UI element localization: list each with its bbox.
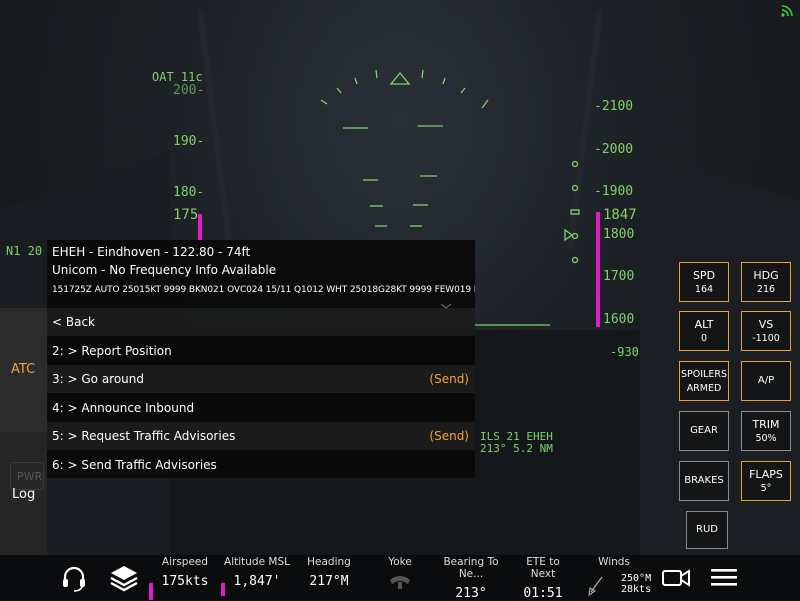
stat-label: Winds xyxy=(598,556,630,568)
signal-icon xyxy=(781,5,793,17)
alt-tick: -2100 xyxy=(594,99,634,114)
stat-value: 175kts xyxy=(161,574,209,589)
autopilot-button[interactable]: A/P xyxy=(741,361,791,401)
flaps-value: 5° xyxy=(760,483,772,494)
atc-item-go-around[interactable]: 3: > Go around (Send) xyxy=(47,365,475,393)
trim-value: 50% xyxy=(755,433,777,444)
camera-icon[interactable] xyxy=(661,567,691,589)
spoilers-state: ARMED xyxy=(686,383,722,394)
stat-label: Yoke xyxy=(388,556,412,568)
airspeed-trend-bar xyxy=(149,583,153,600)
alt-tick: 1600 xyxy=(603,312,635,327)
alt-tick: 1700 xyxy=(603,269,635,284)
atc-item-label: 3: > Go around xyxy=(52,372,145,386)
stat-altitude: Altitude MSL 1,847' xyxy=(224,556,290,589)
alt-tick: -1900 xyxy=(594,184,634,199)
stat-label: Bearing To Ne... xyxy=(443,556,499,580)
oat-readout: OAT 11c xyxy=(152,70,203,84)
tab-log[interactable]: PWR Log xyxy=(0,432,47,556)
tab-atc[interactable]: ATC xyxy=(0,308,47,432)
hdg-label: HDG xyxy=(753,269,779,282)
brakes-label: BRAKES xyxy=(684,475,724,486)
speed-tick: 190- xyxy=(173,134,205,149)
stat-label: ETE to Next xyxy=(526,556,560,580)
wind-arrow-icon xyxy=(588,576,603,596)
alt-value: 0 xyxy=(700,333,708,344)
flaps-label: FLAPS xyxy=(749,468,783,481)
stat-bearing: Bearing To Ne... 213° xyxy=(432,556,510,601)
stat-winds: Winds xyxy=(590,556,638,568)
flaps-button[interactable]: FLAPS 5° xyxy=(741,461,791,501)
tab-log-label: Log xyxy=(12,487,36,502)
stat-ete: ETE to Next 01:51 xyxy=(514,556,572,601)
winds-direction: 250°M xyxy=(621,573,652,584)
atc-item-label: 5: > Request Traffic Advisories xyxy=(52,429,236,443)
alt-tick: -2000 xyxy=(594,142,634,157)
tab-atc-label: ATC xyxy=(11,362,36,377)
alt-tick: 1800 xyxy=(603,227,635,242)
menu-icon[interactable] xyxy=(710,566,738,588)
alt-button[interactable]: ALT 0 xyxy=(679,311,729,351)
atc-item-label: 2: > Report Position xyxy=(52,344,172,358)
rudder-label: RUD xyxy=(696,524,718,535)
vs-readout: -930 xyxy=(610,345,639,359)
atc-item-request-traffic-advisories[interactable]: 5: > Request Traffic Advisories (Send) xyxy=(47,422,475,450)
stat-label: Altitude MSL xyxy=(224,556,290,568)
gear-label: GEAR xyxy=(690,425,718,436)
trim-button[interactable]: TRIM 50% xyxy=(741,411,791,451)
atc-item-send-traffic-advisories[interactable]: 6: > Send Traffic Advisories xyxy=(47,451,475,479)
gear-button[interactable]: GEAR xyxy=(679,411,729,451)
alt-trend-bar xyxy=(596,212,600,327)
stat-yoke[interactable]: Yoke xyxy=(380,556,420,568)
stat-label: Airspeed xyxy=(161,556,209,568)
atc-panel: EHEH - Eindhoven - 122.80 - 74ft Unicom … xyxy=(47,240,475,478)
atc-item-send[interactable]: (Send) xyxy=(429,365,469,393)
trim-label: TRIM xyxy=(752,418,780,431)
stat-value: 1,847' xyxy=(233,574,281,589)
atc-item-send[interactable]: (Send) xyxy=(429,422,469,450)
atc-item-label: < Back xyxy=(52,315,96,329)
atc-metar: 151725Z AUTO 25015KT 9999 BKN021 OVC024 … xyxy=(52,285,475,295)
alt-label: ALT xyxy=(694,318,714,331)
speed-current: 175 xyxy=(173,207,199,223)
yoke-icon[interactable] xyxy=(388,574,412,590)
spoilers-button[interactable]: SPOILERS ARMED xyxy=(679,361,729,401)
speed-trend-bar xyxy=(198,214,202,242)
speed-tick: 200- xyxy=(173,83,205,98)
stat-heading: Heading 217°M xyxy=(300,556,358,589)
brakes-button[interactable]: BRAKES xyxy=(679,461,729,501)
spd-value: 164 xyxy=(694,284,714,295)
atc-frequency-info: Unicom - No Frequency Info Available xyxy=(52,263,277,277)
stat-label: Heading xyxy=(307,556,351,568)
n1-readout: N1 20 xyxy=(6,244,43,258)
spd-label: SPD xyxy=(692,269,716,282)
spd-button[interactable]: SPD 164 xyxy=(679,262,729,302)
hdg-value: 216 xyxy=(756,284,776,295)
layers-icon[interactable] xyxy=(108,562,140,594)
atc-station: EHEH - Eindhoven - 122.80 - 74ft xyxy=(52,245,251,259)
atc-item-announce-inbound[interactable]: 4: > Announce Inbound xyxy=(47,394,475,422)
atc-item-back[interactable]: < Back xyxy=(47,308,475,336)
atc-item-label: 6: > Send Traffic Advisories xyxy=(52,458,217,472)
ils-line2: 213° 5.2 NM xyxy=(480,442,553,455)
vs-button[interactable]: VS -1100 xyxy=(741,311,791,351)
vs-label: VS xyxy=(758,318,774,331)
stat-value: 01:51 xyxy=(523,586,563,601)
speed-tick: 180- xyxy=(173,185,205,200)
rudder-button[interactable]: RUD xyxy=(686,511,728,549)
winds-speed: 28kts xyxy=(621,584,652,595)
spoilers-label: SPOILERS xyxy=(681,369,727,380)
stat-value: 213° xyxy=(455,586,487,601)
atc-item-report-position[interactable]: 2: > Report Position xyxy=(47,337,475,365)
stat-airspeed: Airspeed 175kts xyxy=(158,556,212,589)
pwr-button[interactable]: PWR xyxy=(10,462,44,490)
headset-icon[interactable] xyxy=(60,564,88,592)
stat-value: 217°M xyxy=(309,574,349,589)
atc-item-label: 4: > Announce Inbound xyxy=(52,401,195,415)
autopilot-label: A/P xyxy=(757,375,775,386)
alt-current: 1847 xyxy=(603,207,637,223)
vs-value: -1100 xyxy=(752,333,780,344)
hdg-button[interactable]: HDG 216 xyxy=(741,262,791,302)
